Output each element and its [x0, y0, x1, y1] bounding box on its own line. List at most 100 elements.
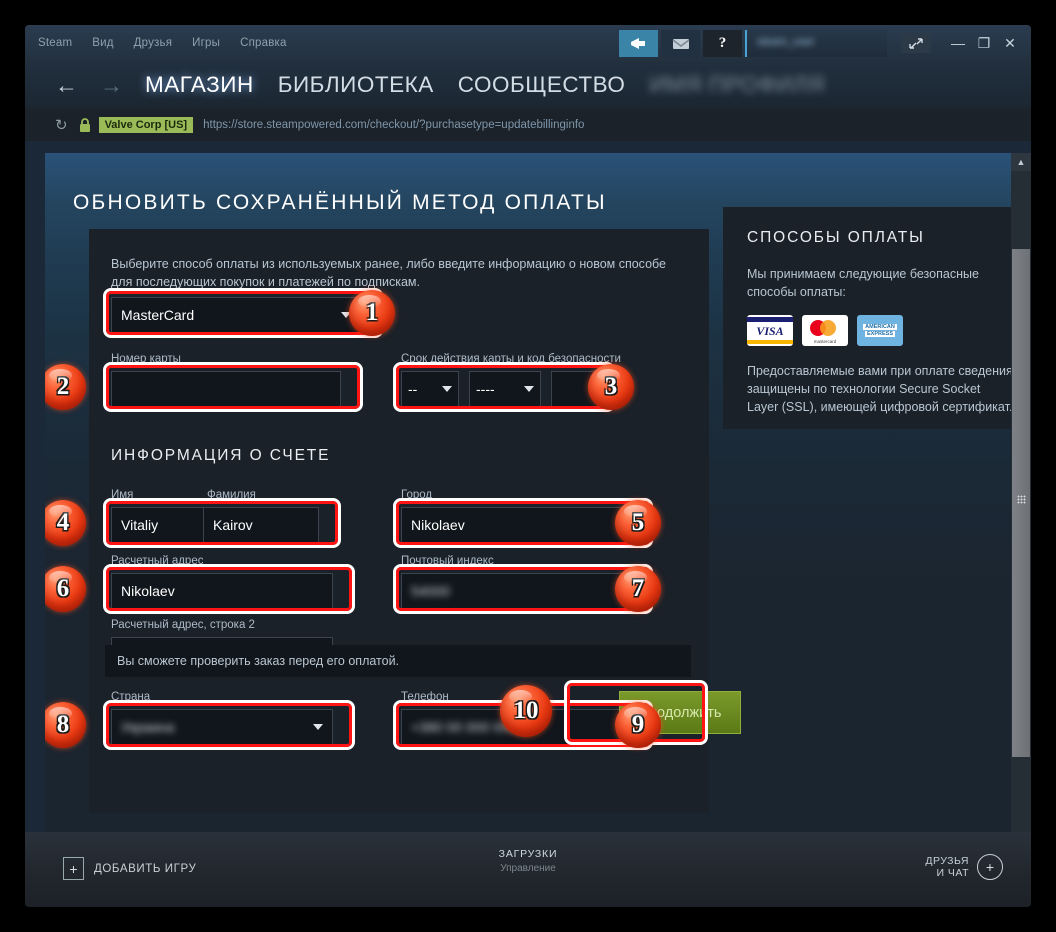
close-button[interactable]: ✕ [997, 29, 1023, 57]
screenshot-root: Steam Вид Друзья Игры Справка ? steam_us… [0, 0, 1056, 932]
first-name-input[interactable] [111, 507, 203, 543]
expand-icon[interactable] [901, 33, 931, 53]
scroll-up-button[interactable]: ▲ [1011, 153, 1031, 171]
nav-tab-store[interactable]: МАГАЗИН [145, 72, 254, 98]
certificate-badge: Valve Corp [US] [98, 117, 194, 133]
chevron-down-icon [442, 386, 452, 392]
last-name-input[interactable] [203, 507, 319, 543]
order-note-text: Вы сможете проверить заказ перед его опл… [117, 654, 400, 668]
first-name-label: Имя [111, 489, 134, 501]
country-value: Украина [121, 719, 175, 735]
payment-methods-title: СПОСОБЫ ОПЛАТЫ [747, 229, 925, 246]
forward-icon[interactable]: → [100, 72, 123, 99]
callout-badge-8: 8 [45, 702, 86, 748]
account-name-chip[interactable]: steam_user [745, 29, 887, 57]
url-text[interactable]: https://store.steampowered.com/checkout/… [203, 119, 584, 131]
messages-icon[interactable] [661, 29, 700, 57]
amex-icon: AMERICAN EXPRESS [857, 315, 903, 346]
expiry-label: Срок действия карты и код безопасности [401, 353, 621, 365]
downloads-status[interactable]: ЗАГРУЗКИ Управление [25, 848, 1031, 874]
help-button[interactable]: ? [703, 29, 742, 57]
friends-label-line1: ДРУЗЬЯ [925, 854, 969, 867]
window-toolbar: ? steam_user — ❐ ✕ [619, 29, 1023, 57]
form-intro-text: Выберите способ оплаты из используемых р… [111, 257, 666, 289]
address1-input[interactable] [111, 573, 333, 609]
country-select[interactable]: Украина [111, 709, 333, 745]
expiry-month-select[interactable]: -- [401, 371, 459, 407]
nav-tab-community[interactable]: СООБЩЕСТВО [458, 72, 626, 98]
menu-item-friends[interactable]: Друзья [134, 37, 173, 49]
phone-label: Телефон [401, 691, 449, 703]
scrollbar-track[interactable] [1011, 171, 1031, 857]
downloads-title: ЗАГРУЗКИ [498, 848, 558, 860]
menu-item-games[interactable]: Игры [192, 37, 220, 49]
callout-badge-3: 3 [588, 364, 634, 410]
page-scrollbar[interactable]: ▲ ▼ [1011, 153, 1031, 875]
lock-icon [78, 117, 92, 133]
city-input[interactable] [401, 507, 631, 543]
scrollbar-thumb[interactable] [1012, 249, 1030, 757]
padlock-icon [79, 118, 90, 132]
callout-badge-9: 9 [615, 702, 661, 748]
url-bar: ↻ Valve Corp [US] https://store.steampow… [25, 109, 1031, 141]
maximize-button[interactable]: ❐ [971, 29, 997, 57]
envelope-icon [672, 38, 689, 49]
reload-icon[interactable]: ↻ [55, 116, 68, 134]
expiry-year-value: ---- [476, 381, 495, 397]
billing-section-heading: ИНФОРМАЦИЯ О СЧЕТЕ [111, 447, 331, 464]
menu-item-view[interactable]: Вид [92, 37, 113, 49]
broadcast-icon[interactable] [619, 29, 658, 57]
friends-and-chat-button[interactable]: ДРУЗЬЯ И ЧАТ + [925, 854, 1003, 880]
card-logo-list: VISA mastercard AMERICAN EXPRESS [747, 315, 1013, 346]
back-icon[interactable]: ← [55, 72, 78, 99]
account-name-text: steam_user [757, 35, 815, 48]
city-label: Город [401, 489, 433, 501]
steam-client-window: Steam Вид Друзья Игры Справка ? steam_us… [25, 25, 1031, 907]
address1-label: Расчетный адрес [111, 555, 204, 567]
payment-methods-panel: СПОСОБЫ ОПЛАТЫ Мы принимаем следующие бе… [723, 207, 1031, 429]
friends-add-icon[interactable]: + [977, 854, 1003, 880]
callout-badge-4: 4 [45, 500, 86, 546]
scrollbar-grip-icon [1017, 495, 1026, 504]
chevron-down-icon [313, 724, 323, 730]
web-content: ОБНОВИТЬ СОХРАНЁННЫЙ МЕТОД ОПЛАТЫ Выбери… [45, 153, 1031, 875]
nav-tab-profile[interactable]: ИМЯ ПРОФИЛЯ [649, 72, 824, 98]
country-label: Страна [111, 691, 151, 703]
expiry-year-select[interactable]: ---- [469, 371, 541, 407]
card-number-input[interactable] [111, 371, 341, 407]
friends-label-line2: И ЧАТ [936, 867, 969, 879]
ssl-footer-text: Предоставляемые вами при оплате сведения… [747, 364, 1013, 414]
last-name-label: Фамилия [207, 489, 256, 501]
callout-badge-6: 6 [45, 566, 86, 612]
menu-bar: Steam Вид Друзья Игры Справка ? steam_us… [25, 25, 1031, 61]
expand-arrows-icon [908, 37, 923, 49]
payment-method-select[interactable]: MasterCard [111, 297, 361, 333]
chevron-down-icon [524, 386, 534, 392]
callout-badge-7: 7 [615, 566, 661, 612]
steam-bottom-bar: + ДОБАВИТЬ ИГРУ ЗАГРУЗКИ Управление ДРУЗ… [25, 832, 1031, 907]
page-title: ОБНОВИТЬ СОХРАНЁННЫЙ МЕТОД ОПЛАТЫ [73, 191, 607, 214]
callout-badge-2: 2 [45, 364, 86, 410]
order-note-bar: Вы сможете проверить заказ перед его опл… [105, 645, 691, 677]
friends-label-group: ДРУЗЬЯ И ЧАТ [925, 855, 969, 880]
postal-input[interactable]: 54000 [401, 573, 631, 609]
navigation-bar: ← → МАГАЗИН БИБЛИОТЕКА СООБЩЕСТВО ИМЯ ПР… [25, 61, 1031, 109]
menu-item-help[interactable]: Справка [240, 37, 287, 49]
postal-value: 54000 [411, 583, 450, 599]
nav-tab-library[interactable]: БИБЛИОТЕКА [278, 72, 434, 98]
menu-item-steam[interactable]: Steam [38, 37, 72, 49]
expiry-month-value: -- [408, 381, 418, 397]
callout-badge-5: 5 [615, 500, 661, 546]
postal-label: Почтовый индекс [401, 555, 494, 567]
megaphone-icon [631, 37, 645, 49]
minimize-button[interactable]: — [945, 29, 971, 57]
mastercard-icon: mastercard [802, 315, 848, 346]
callout-badge-1: 1 [349, 290, 395, 336]
downloads-subtitle: Управление [500, 863, 556, 874]
visa-icon: VISA [747, 315, 793, 346]
payment-method-value: MasterCard [121, 307, 195, 323]
card-number-label: Номер карты [111, 353, 181, 365]
payment-methods-lead: Мы принимаем следующие безопасные способ… [747, 267, 979, 299]
address2-label: Расчетный адрес, строка 2 [111, 619, 255, 631]
callout-badge-10: 10 [500, 685, 552, 737]
